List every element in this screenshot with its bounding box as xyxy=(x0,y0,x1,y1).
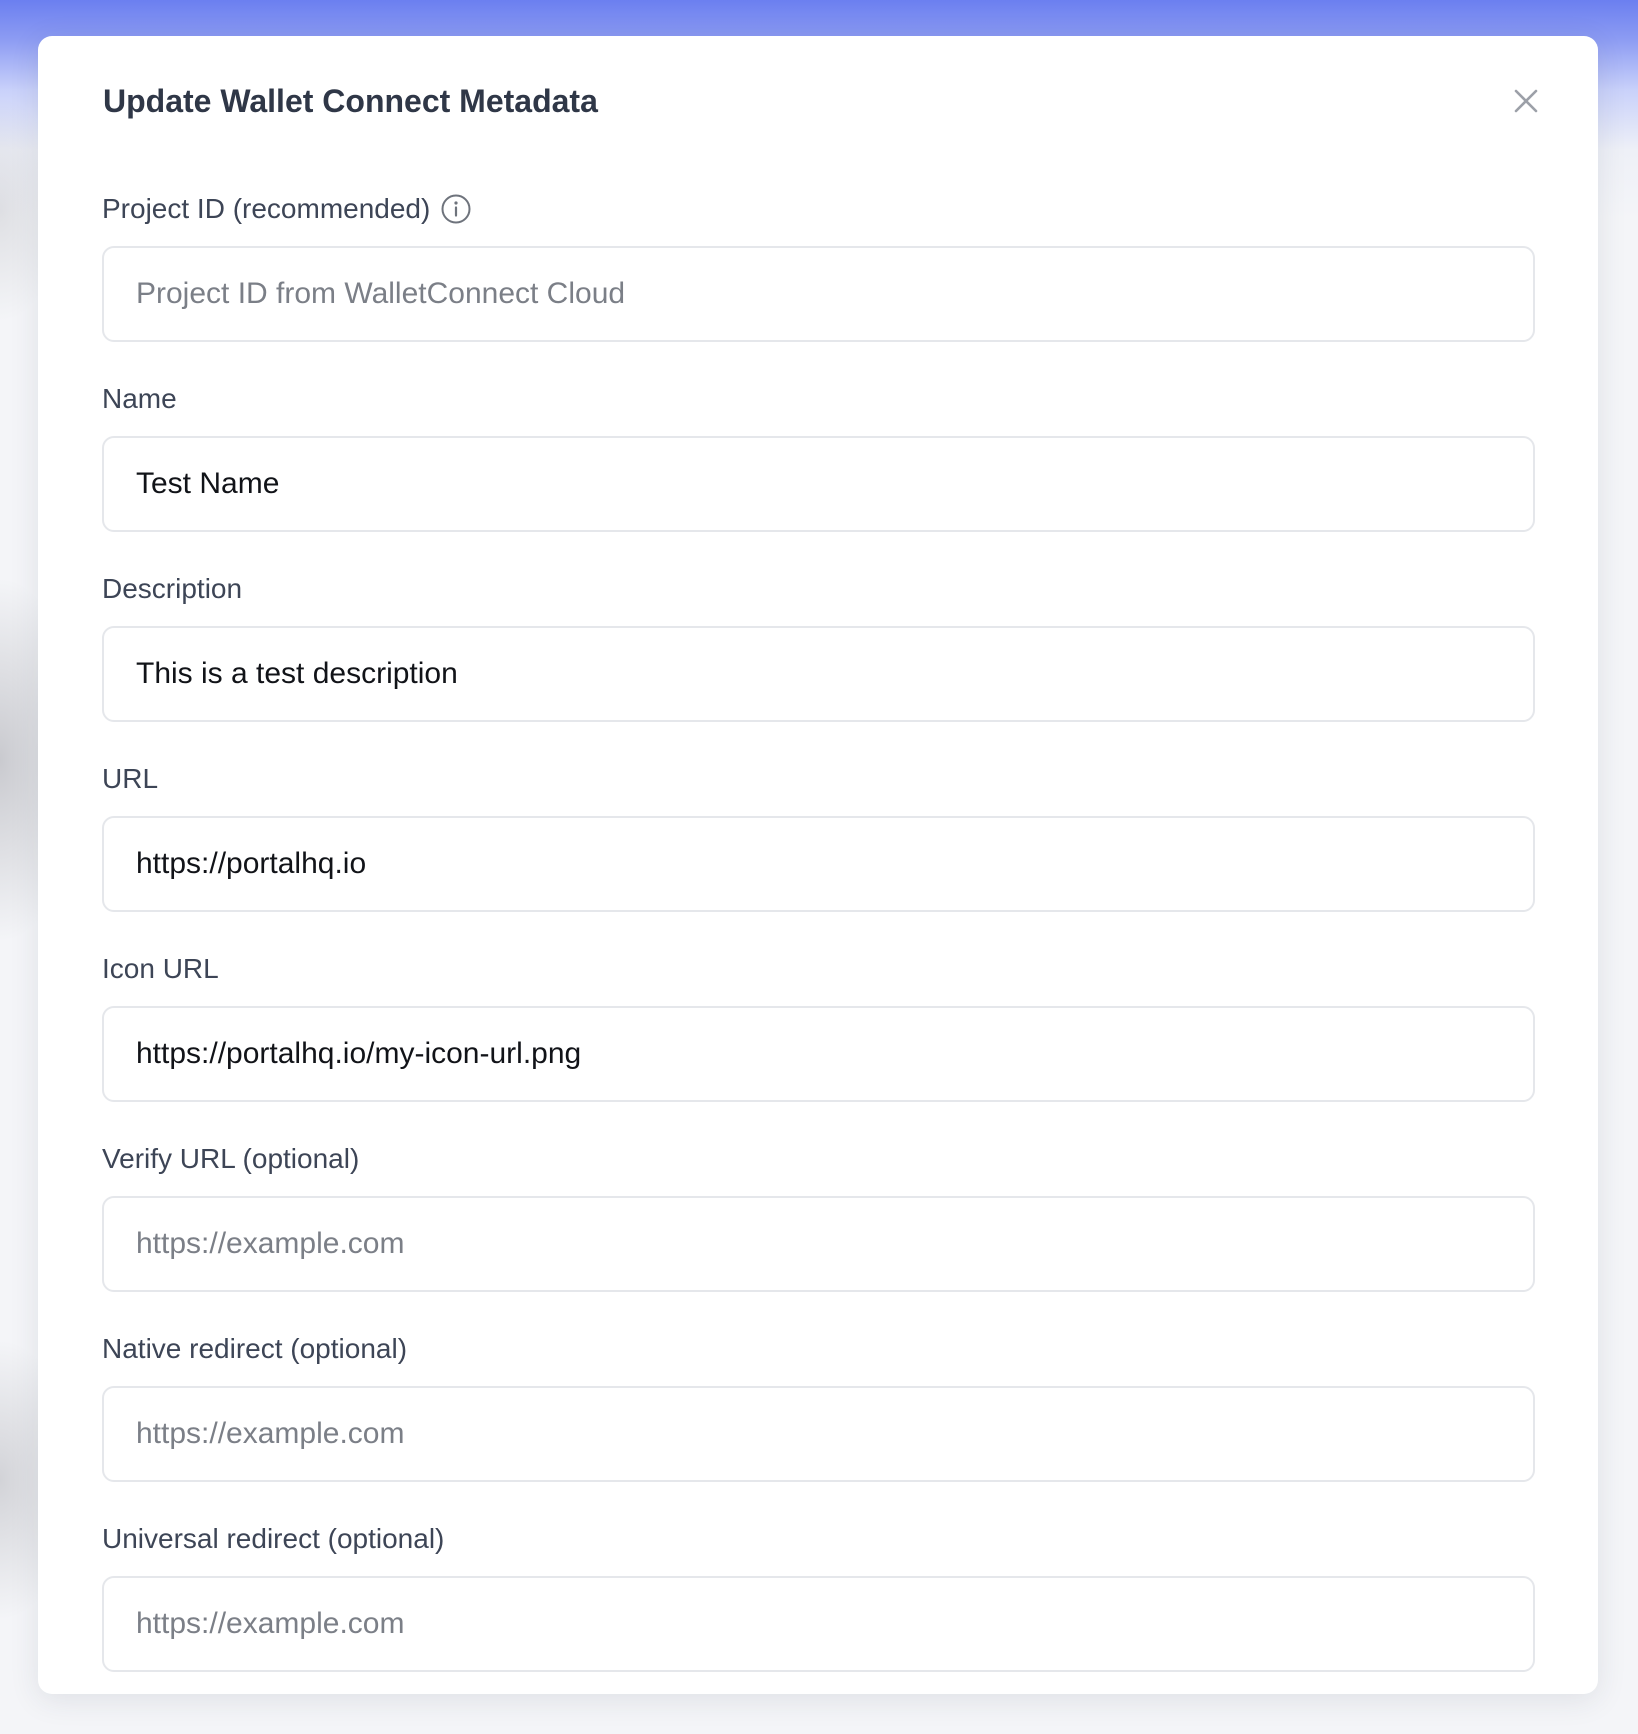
metadata-modal: Update Wallet Connect Metadata Project I… xyxy=(38,36,1598,1694)
project-id-label: Project ID (recommended) xyxy=(102,191,1535,227)
description-field: Description xyxy=(102,571,1535,761)
name-input[interactable] xyxy=(102,436,1535,532)
universal-redirect-input[interactable] xyxy=(102,1576,1535,1672)
metadata-form: Project ID (recommended) Name Descriptio… xyxy=(102,191,1535,1711)
project-id-label-text: Project ID (recommended) xyxy=(102,193,431,224)
verify-url-input[interactable] xyxy=(102,1196,1535,1292)
native-redirect-input[interactable] xyxy=(102,1386,1535,1482)
close-icon[interactable] xyxy=(1513,88,1539,117)
url-label: URL xyxy=(102,763,159,794)
verify-url-label: Verify URL (optional) xyxy=(102,1143,360,1174)
name-label: Name xyxy=(102,383,177,414)
project-id-input[interactable] xyxy=(102,246,1535,342)
universal-redirect-field: Universal redirect (optional) xyxy=(102,1521,1535,1711)
url-input[interactable] xyxy=(102,816,1535,912)
description-label: Description xyxy=(102,573,243,604)
description-input[interactable] xyxy=(102,626,1535,722)
url-field: URL xyxy=(102,761,1535,951)
modal-title: Update Wallet Connect Metadata xyxy=(103,83,598,119)
icon-url-input[interactable] xyxy=(102,1006,1535,1102)
project-id-field: Project ID (recommended) xyxy=(102,191,1535,381)
close-button[interactable] xyxy=(1506,82,1546,122)
verify-url-field: Verify URL (optional) xyxy=(102,1141,1535,1331)
native-redirect-field: Native redirect (optional) xyxy=(102,1331,1535,1521)
icon-url-field: Icon URL xyxy=(102,951,1535,1141)
native-redirect-label: Native redirect (optional) xyxy=(102,1333,408,1364)
name-field: Name xyxy=(102,381,1535,571)
universal-redirect-label: Universal redirect (optional) xyxy=(102,1523,445,1554)
icon-url-label: Icon URL xyxy=(102,953,219,984)
info-icon[interactable] xyxy=(440,193,472,225)
